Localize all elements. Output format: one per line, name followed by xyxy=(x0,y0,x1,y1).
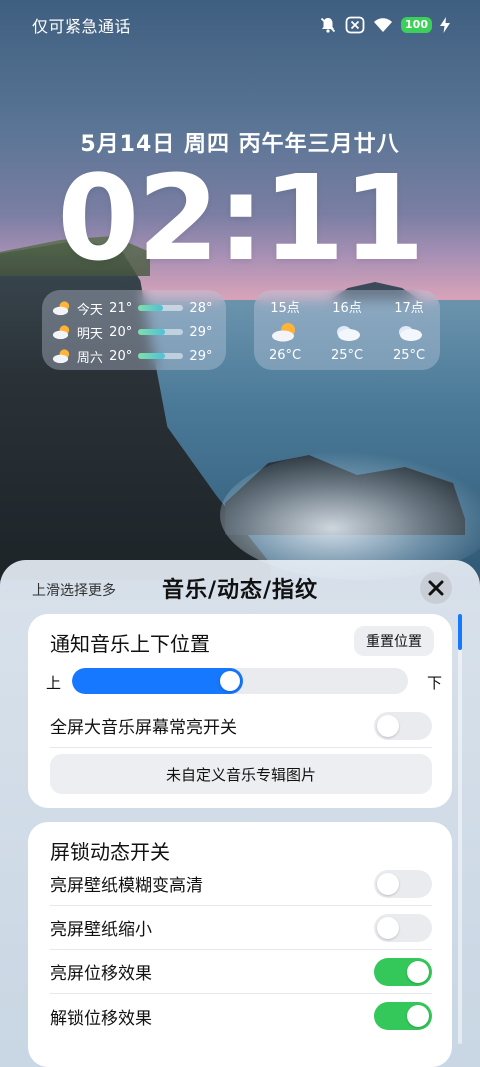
music-position-slider-row: 上 下 xyxy=(46,668,442,696)
weather-day-row: 今天 21° 28° xyxy=(52,296,216,320)
weather-day-low: 20° xyxy=(109,324,133,340)
music-position-slider[interactable] xyxy=(72,668,408,694)
toggle-label: 亮屏壁纸缩小 xyxy=(50,920,152,940)
partly-cloudy-sun-icon xyxy=(52,349,70,364)
lockscreen-dynamic-card: 屏锁动态开关 亮屏壁纸模糊变高清 亮屏壁纸缩小 亮屏位移效果 解锁位移效果 xyxy=(28,822,452,1067)
status-icons: 100 xyxy=(319,16,450,34)
album-art-button[interactable]: 未自定义音乐专辑图片 xyxy=(50,754,432,794)
cloudy-icon xyxy=(399,326,422,341)
fullscreen-screen-on-row: 全屏大音乐屏幕常亮开关 xyxy=(50,704,432,748)
weather-day-high: 29° xyxy=(189,348,213,364)
fullscreen-screen-on-toggle[interactable] xyxy=(374,711,432,740)
sheet-scrollbar[interactable] xyxy=(458,614,462,1044)
music-position-card: 通知音乐上下位置 重置位置 上 下 全屏大音乐屏幕常亮开关 未自定义音乐专辑图片 xyxy=(28,614,452,808)
weather-hour-time: 16点 xyxy=(332,301,362,316)
slider-fill xyxy=(72,668,243,694)
status-bar: 仅可紧急通话 100 xyxy=(0,0,480,50)
wifi-icon xyxy=(373,17,393,33)
fullscreen-screen-on-label: 全屏大音乐屏幕常亮开关 xyxy=(50,718,237,738)
weather-hourly-widget[interactable]: 15点 26°C 16点 25°C 17点 25°C xyxy=(254,290,440,370)
toggle-label: 亮屏位移效果 xyxy=(50,964,152,984)
weather-range-bar xyxy=(137,329,184,335)
weather-day-name: 明天 xyxy=(76,326,103,342)
weather-hour: 17点 25°C xyxy=(393,297,425,363)
weather-hour-time: 15点 xyxy=(270,301,300,316)
lockscreen-dynamic-title: 屏锁动态开关 xyxy=(50,840,170,864)
weather-range-bar xyxy=(137,305,184,311)
close-button[interactable] xyxy=(420,572,452,604)
weather-day-row: 明天 20° 29° xyxy=(52,320,216,344)
weather-daily-widget[interactable]: 今天 21° 28° 明天 20° 29° 周六 20° 29° xyxy=(42,290,226,370)
weather-day-high: 28° xyxy=(189,300,213,316)
partly-cloudy-sun-icon xyxy=(52,325,70,340)
weather-hour-temp: 25°C xyxy=(330,348,364,363)
charging-icon xyxy=(440,17,450,33)
slider-handle[interactable] xyxy=(219,671,240,691)
toggle-label: 解锁位移效果 xyxy=(50,1008,152,1029)
weather-day-name: 周六 xyxy=(76,350,103,366)
unlock-parallax-toggle[interactable] xyxy=(374,1002,432,1030)
slider-end-label: 下 xyxy=(426,674,442,692)
weather-hour-temp: 25°C xyxy=(392,348,426,363)
wallpaper-shrink-toggle[interactable] xyxy=(374,913,432,942)
cloudy-icon xyxy=(337,326,360,341)
weather-day-high: 29° xyxy=(189,324,213,340)
weather-day-row: 周六 20° 29° xyxy=(52,344,216,368)
weather-day-low: 20° xyxy=(109,348,133,364)
weather-hour-time: 17点 xyxy=(394,301,424,316)
sim-off-icon xyxy=(345,16,365,34)
sheet-title: 音乐/动态/指纹 xyxy=(161,578,319,603)
wallpaper-blur-to-hd-toggle[interactable] xyxy=(374,869,432,898)
settings-sheet[interactable]: 上滑选择更多 音乐/动态/指纹 通知音乐上下位置 重置位置 上 下 全屏大音乐屏… xyxy=(0,560,480,1067)
partly-cloudy-sun-icon xyxy=(52,301,70,316)
close-icon xyxy=(428,580,444,596)
toggle-row: 亮屏壁纸模糊变高清 xyxy=(50,862,432,906)
weather-day-low: 21° xyxy=(109,300,133,316)
screen-on-parallax-toggle[interactable] xyxy=(374,957,432,986)
slider-start-label: 上 xyxy=(46,674,62,692)
sheet-scrollbar-thumb[interactable] xyxy=(458,614,462,650)
toggle-row: 亮屏壁纸缩小 xyxy=(50,906,432,950)
weather-hour: 16点 25°C xyxy=(331,297,363,363)
lockscreen-clock: 02:11 xyxy=(57,149,425,287)
music-position-title: 通知音乐上下位置 xyxy=(50,632,210,656)
partly-cloudy-sun-icon xyxy=(272,323,295,342)
weather-hour: 15点 26°C xyxy=(269,297,301,363)
reset-position-button[interactable]: 重置位置 xyxy=(354,626,434,656)
toggle-row: 亮屏位移效果 xyxy=(50,950,432,994)
weather-day-name: 今天 xyxy=(76,302,103,318)
bell-muted-icon xyxy=(319,16,337,34)
toggle-label: 亮屏壁纸模糊变高清 xyxy=(50,876,203,896)
emergency-calls-only-label: 仅可紧急通话 xyxy=(32,17,132,36)
toggle-row: 解锁位移效果 xyxy=(50,994,432,1038)
weather-hour-temp: 26°C xyxy=(268,348,302,363)
battery-icon: 100 xyxy=(401,17,432,33)
weather-range-bar xyxy=(137,353,184,359)
